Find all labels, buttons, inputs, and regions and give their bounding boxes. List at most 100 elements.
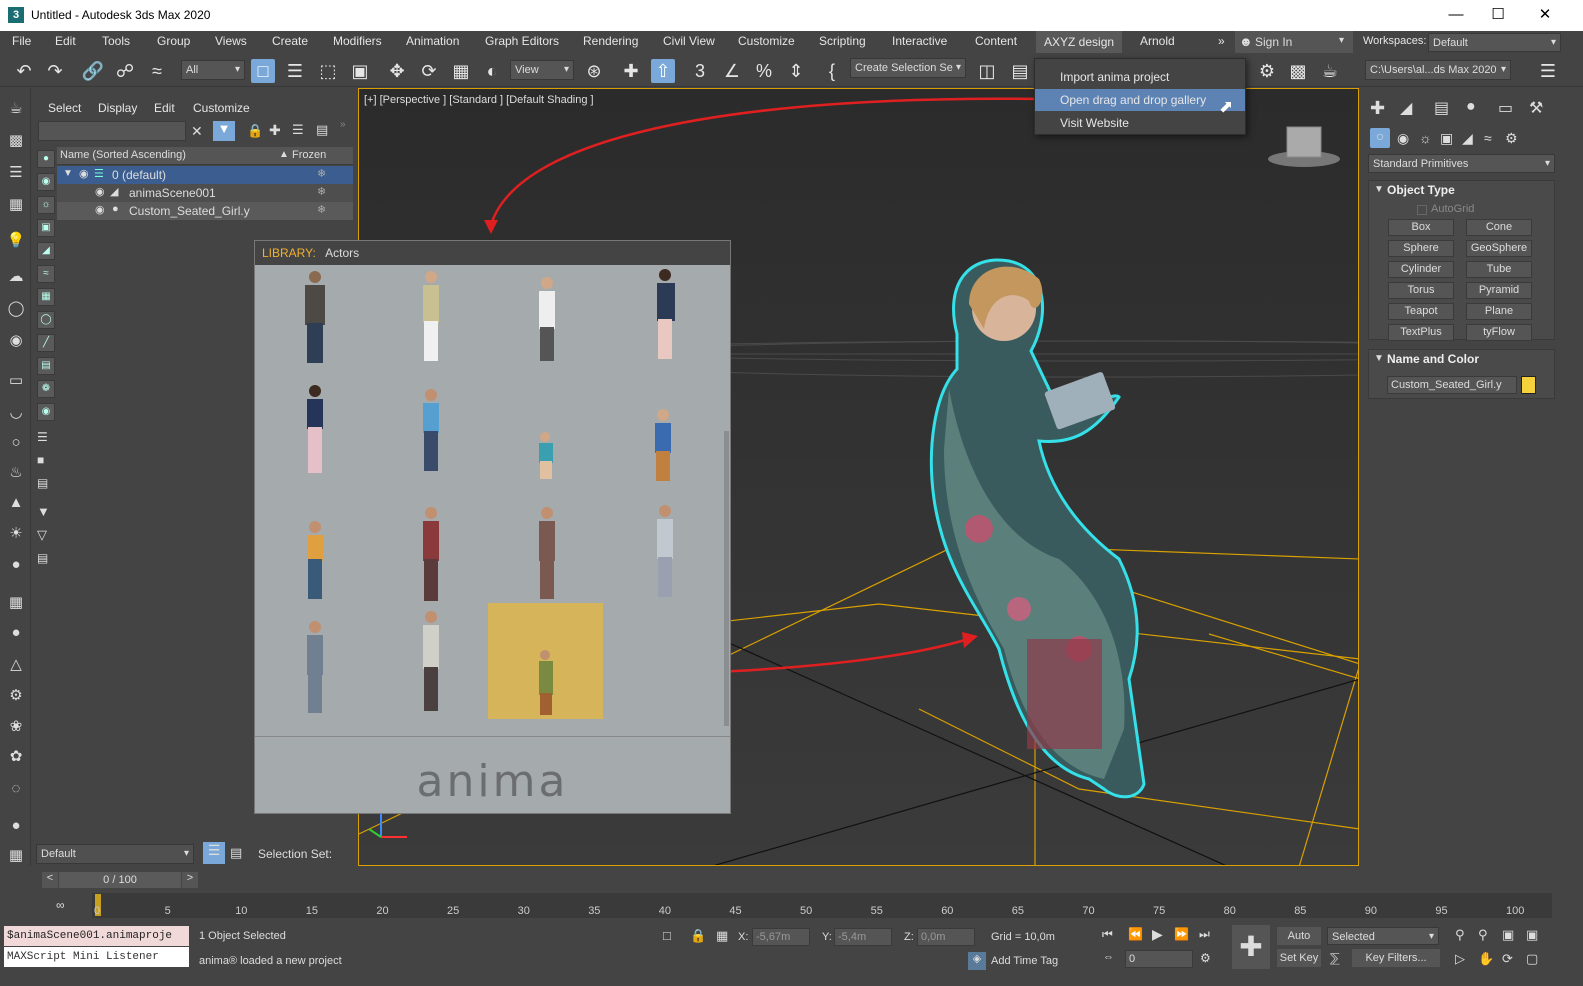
layer-manager-icon[interactable]: ☰: [5, 162, 27, 184]
material-sphere-icon[interactable]: ●: [5, 554, 27, 576]
teapot-button[interactable]: Teapot: [1388, 303, 1454, 320]
network-icon[interactable]: ▦: [5, 845, 27, 867]
menu-group[interactable]: Group: [157, 34, 190, 48]
project-path-dropdown[interactable]: C:\Users\al...ds Max 2020: [1365, 60, 1511, 80]
cone-button[interactable]: Cone: [1466, 219, 1532, 236]
display-groups-icon[interactable]: ▦: [37, 288, 55, 306]
plane-icon[interactable]: ▭: [5, 370, 27, 392]
menu-civil-view[interactable]: Civil View: [663, 34, 715, 48]
z-coordinate-field[interactable]: 0,0m: [917, 928, 975, 946]
key-tangent-icon[interactable]: ⅀: [1330, 951, 1340, 965]
light-bulb-icon[interactable]: 💡: [5, 230, 27, 252]
tree-row-seated-girl[interactable]: ◉ ● Custom_Seated_Girl.y ❄: [57, 202, 353, 220]
x-coordinate-field[interactable]: -5,67m: [752, 928, 810, 946]
torus-button[interactable]: Torus: [1388, 282, 1454, 299]
next-frame-icon[interactable]: ⏩: [1174, 927, 1189, 941]
close-icon[interactable]: ✕: [1522, 3, 1568, 27]
snaps-toggle-icon[interactable]: 3: [688, 59, 712, 83]
bind-space-warp-icon[interactable]: ≈: [145, 59, 169, 83]
undo-icon[interactable]: ↶: [12, 59, 36, 83]
pan-icon[interactable]: ✋: [1478, 951, 1494, 967]
utilities-tab-icon[interactable]: ⚒: [1529, 98, 1543, 118]
menu-rendering[interactable]: Rendering: [583, 34, 638, 48]
display-cameras-icon[interactable]: ▣: [37, 219, 55, 237]
explorer-menu-customize[interactable]: Customize: [193, 101, 250, 115]
zoom-extents-all-icon[interactable]: ▣: [1526, 927, 1538, 943]
pivot-center-icon[interactable]: ⊛: [582, 59, 606, 83]
spinner-snap-icon[interactable]: ⇕: [784, 59, 808, 83]
freeze-icon[interactable]: ❄: [317, 167, 326, 180]
zoom-icon[interactable]: ⚲: [1455, 927, 1465, 943]
filter-icon[interactable]: ▼: [213, 121, 235, 141]
isolate-selection-icon[interactable]: □: [663, 928, 671, 943]
go-to-end-icon[interactable]: ⏭: [1199, 927, 1210, 942]
window-crossing-icon[interactable]: ▣: [348, 59, 372, 83]
camera-icon[interactable]: ☁: [5, 266, 27, 288]
set-key-button[interactable]: Set Key: [1277, 949, 1321, 967]
zoom-all-icon[interactable]: ⚲: [1478, 927, 1488, 943]
helpers-category-icon[interactable]: ◢: [1462, 130, 1473, 147]
keyboard-shortcut-override-icon[interactable]: ⇧: [651, 59, 675, 83]
hierarchy-icon[interactable]: ▤: [316, 122, 328, 138]
rotate-icon[interactable]: ⟳: [417, 59, 441, 83]
display-all-icon[interactable]: ■: [37, 453, 44, 467]
menu-import-anima-project[interactable]: Import anima project: [1035, 66, 1245, 88]
go-to-start-icon[interactable]: ⏮: [1102, 927, 1113, 942]
layer-explorer-icon[interactable]: ☰: [203, 842, 225, 864]
freeze-icon[interactable]: ❄: [317, 203, 326, 216]
menu-tools[interactable]: Tools: [102, 34, 130, 48]
systems-category-icon[interactable]: ⚙: [1505, 130, 1518, 147]
folder-icon[interactable]: ▤: [37, 551, 48, 565]
time-slider[interactable]: 0 / 100: [59, 872, 181, 888]
add-time-tag[interactable]: Add Time Tag: [991, 955, 1058, 967]
freeze-icon[interactable]: ❄: [317, 185, 326, 198]
time-tag-icon[interactable]: ◈: [968, 952, 986, 970]
molecule-icon[interactable]: ●: [5, 622, 27, 644]
menu-visit-website[interactable]: Visit Website: [1035, 112, 1245, 134]
filter-funnel-icon-2[interactable]: ▽: [37, 527, 47, 543]
scale-icon[interactable]: ▦: [449, 59, 473, 83]
pyramid-button[interactable]: Pyramid: [1466, 282, 1532, 299]
modify-tab-icon[interactable]: ◢: [1400, 98, 1412, 118]
teapot-icon[interactable]: ☕: [5, 98, 27, 120]
y-coordinate-field[interactable]: -5,4m: [834, 928, 892, 946]
move-icon[interactable]: ✥: [385, 59, 409, 83]
tube-button[interactable]: Tube: [1466, 261, 1532, 278]
auto-key-button[interactable]: Auto Key: [1277, 927, 1321, 960]
rollout-title[interactable]: Name and Color: [1387, 352, 1479, 366]
menu-modifiers[interactable]: Modifiers: [333, 34, 382, 48]
tyflow-button[interactable]: tyFlow: [1466, 324, 1532, 341]
menu-open-drag-drop-gallery[interactable]: Open drag and drop gallery: [1035, 89, 1245, 111]
named-selection-dropdown[interactable]: Create Selection Se: [850, 58, 966, 78]
select-object-icon[interactable]: □: [251, 59, 275, 83]
layers-icon[interactable]: ☰: [292, 122, 304, 138]
scene-explorer-icon[interactable]: ▦: [5, 194, 27, 216]
column-frozen[interactable]: Frozen: [292, 149, 326, 161]
library-scrollbar[interactable]: [724, 431, 729, 726]
grid-icon[interactable]: ▦: [5, 592, 27, 614]
menu-edit[interactable]: Edit: [55, 34, 76, 48]
rollout-collapse-icon[interactable]: ▼: [1374, 184, 1384, 195]
menu-views[interactable]: Views: [215, 34, 247, 48]
spacewarps-category-icon[interactable]: ≈: [1484, 130, 1492, 146]
shapes-category-icon[interactable]: ◉: [1397, 130, 1409, 147]
maxscript-listener[interactable]: MAXScript Mini Listener: [4, 947, 189, 967]
object-name-field[interactable]: Custom_Seated_Girl.y: [1387, 376, 1517, 394]
display-containers-icon[interactable]: ▤: [37, 357, 55, 375]
orbit-icon[interactable]: ⟳: [1502, 951, 1513, 967]
audio-icon[interactable]: ◯: [5, 298, 27, 320]
selection-lock-icon[interactable]: 🔒: [690, 928, 706, 944]
display-none-icon[interactable]: ▤: [37, 476, 48, 490]
display-tab-icon[interactable]: ▭: [1498, 98, 1513, 118]
lights-category-icon[interactable]: ☼: [1419, 130, 1432, 146]
library-category[interactable]: Actors: [325, 246, 359, 260]
menu-arnold[interactable]: Arnold: [1140, 34, 1175, 48]
display-frozen-icon[interactable]: ◉: [37, 403, 55, 421]
menu-scripting[interactable]: Scripting: [819, 34, 866, 48]
layer-dropdown[interactable]: Default: [36, 844, 194, 864]
key-mode-icon[interactable]: ⇔: [1103, 951, 1114, 963]
column-name[interactable]: Name (Sorted Ascending): [60, 149, 186, 161]
place-icon[interactable]: ◐: [480, 59, 504, 83]
gear-icon[interactable]: ⚙: [5, 685, 27, 707]
display-helpers-icon[interactable]: ◢: [37, 242, 55, 260]
